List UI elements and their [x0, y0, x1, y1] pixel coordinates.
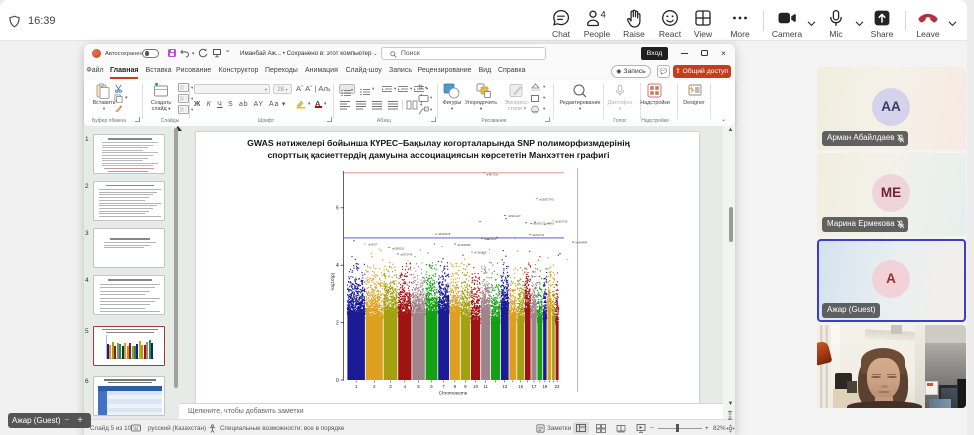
svg-text:11: 11 — [483, 384, 488, 389]
svg-text:17: 17 — [532, 384, 537, 389]
svg-text:4: 4 — [336, 263, 339, 269]
svg-text:8: 8 — [454, 384, 457, 389]
svg-text:rs2016520: rs2016520 — [484, 237, 497, 241]
svg-text:2: 2 — [336, 320, 339, 326]
svg-text:rs1042714: rs1042714 — [532, 233, 545, 237]
svg-text:1: 1 — [355, 384, 358, 389]
svg-text:rs699-AGT: rs699-AGT — [508, 214, 521, 218]
svg-text:3: 3 — [389, 384, 392, 389]
svg-text:Chromosome: Chromosome — [439, 391, 468, 397]
svg-text:rs35767: rs35767 — [368, 243, 378, 247]
svg-text:2: 2 — [373, 384, 376, 389]
svg-text:rs7181866: rs7181866 — [474, 251, 487, 255]
svg-text:6: 6 — [430, 384, 433, 389]
svg-text:4: 4 — [404, 384, 407, 389]
svg-text:15: 15 — [518, 384, 523, 389]
svg-text:-log10(p): -log10(p) — [330, 272, 335, 291]
svg-text:13: 13 — [502, 384, 507, 389]
svg-text:19: 19 — [542, 384, 547, 389]
svg-text:rs2070744: rs2070744 — [400, 253, 413, 257]
svg-text:rs11549465: rs11549465 — [457, 243, 471, 247]
svg-text:0: 0 — [336, 378, 339, 384]
svg-text:5: 5 — [417, 384, 420, 389]
svg-text:rs1800779-G: rs1800779-G — [539, 198, 554, 202]
svg-text:6: 6 — [336, 206, 339, 212]
svg-text:9: 9 — [464, 384, 467, 389]
svg-text:rs1800012: rs1800012 — [392, 246, 405, 250]
svg-text:7: 7 — [442, 384, 445, 389]
svg-text:4: 4 — [601, 10, 606, 21]
svg-text:10: 10 — [473, 384, 478, 389]
svg-text:rs8192678: rs8192678 — [438, 232, 451, 236]
svg-text:rs1815739: rs1815739 — [555, 220, 568, 224]
svg-text:rs4644994: rs4644994 — [575, 241, 588, 245]
svg-text:rs4917014: rs4917014 — [486, 173, 499, 177]
svg-text:rs1042713 rs4343: rs1042713 rs4343 — [533, 222, 554, 226]
svg-text:22: 22 — [555, 384, 560, 389]
